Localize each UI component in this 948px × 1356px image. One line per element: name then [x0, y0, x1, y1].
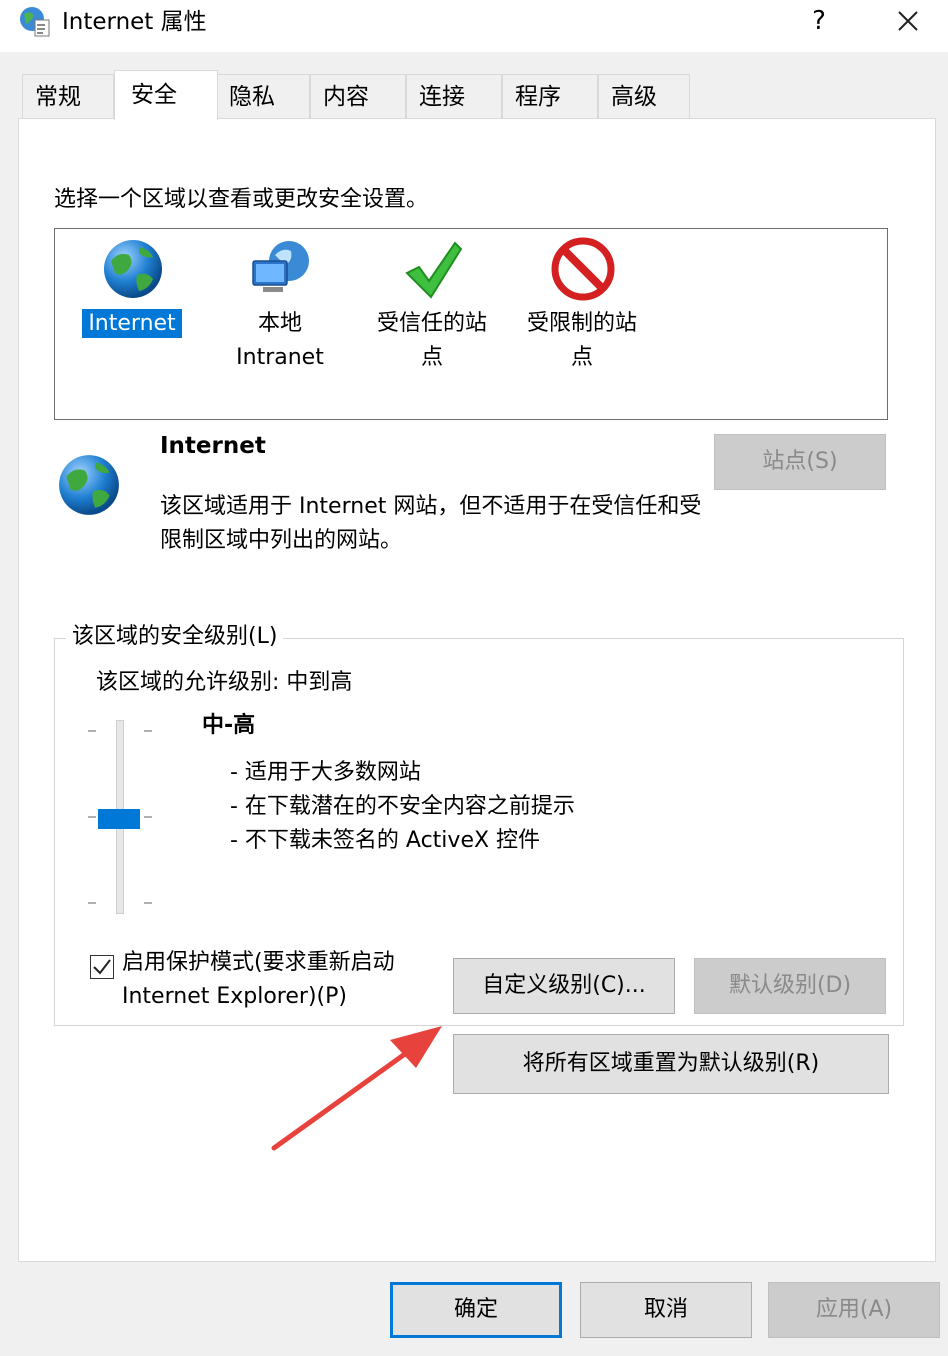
window-title: Internet 属性 — [62, 9, 207, 35]
slider-tick — [144, 816, 152, 818]
protected-mode-label[interactable]: 启用保护模式(要求重新启动 Internet Explorer)(P) — [122, 946, 442, 1014]
tab-label: 高级 — [611, 84, 657, 110]
zone-label-line: 点 — [570, 345, 593, 370]
tab-label: 内容 — [323, 84, 369, 110]
slider-tick — [88, 816, 96, 818]
zone-label-text: Internet — [81, 308, 183, 339]
default-level-button[interactable]: 默认级别(D) — [694, 958, 886, 1014]
tab-privacy[interactable]: 隐私 — [216, 74, 310, 118]
globe-icon — [59, 455, 119, 515]
zone-local-intranet[interactable]: 本地 Intranet — [205, 229, 355, 419]
zone-label: 受限制的站 点 — [507, 307, 657, 375]
tab-label: 常规 — [35, 84, 81, 110]
tab-label: 程序 — [515, 84, 561, 110]
checkmark-icon — [93, 959, 111, 975]
reset-all-zones-button[interactable]: 将所有区域重置为默认级别(R) — [453, 1034, 889, 1094]
custom-level-button[interactable]: 自定义级别(C)... — [453, 958, 675, 1014]
tab-label: 隐私 — [229, 84, 275, 110]
slider-thumb[interactable] — [98, 809, 140, 829]
cancel-button[interactable]: 取消 — [580, 1282, 752, 1338]
zone-internet[interactable]: Internet — [57, 229, 207, 419]
zone-label: 本地 Intranet — [205, 307, 355, 375]
slider-tick — [88, 730, 96, 732]
zone-list[interactable]: Internet 本地 Intranet 受信任的站 点 受限制的站 点 — [54, 228, 888, 420]
sites-button[interactable]: 站点(S) — [714, 434, 886, 490]
slider-tick — [144, 730, 152, 732]
zone-label-line: 点 — [420, 345, 443, 370]
apply-button[interactable]: 应用(A) — [768, 1282, 940, 1338]
allowed-level-text: 该区域的允许级别: 中到高 — [96, 670, 353, 695]
zone-prompt: 选择一个区域以查看或更改安全设置。 — [54, 187, 429, 212]
zone-label-line: Intranet — [236, 345, 324, 370]
tab-security[interactable]: 安全 — [114, 70, 218, 120]
zone-label: 受信任的站 点 — [357, 307, 507, 375]
close-icon[interactable] — [890, 4, 926, 38]
tab-label: 安全 — [131, 82, 177, 108]
ok-button[interactable]: 确定 — [390, 1282, 562, 1338]
help-button[interactable]: ? — [806, 4, 832, 38]
checkmark-icon — [405, 241, 463, 299]
prohibited-icon — [551, 237, 615, 301]
tab-label: 连接 — [419, 84, 465, 110]
zone-label-line: 受限制的站 — [526, 311, 637, 336]
protected-mode-checkbox[interactable] — [90, 955, 114, 979]
zone-label: Internet — [57, 307, 207, 341]
level-bullet: - 不下载未签名的 ActiveX 控件 — [230, 828, 541, 853]
tab-content[interactable]: 内容 — [310, 74, 406, 118]
intranet-icon — [252, 241, 309, 292]
zone-description: 该区域适用于 Internet 网站，但不适用于在受信任和受限制区域中列出的网站… — [160, 494, 702, 553]
tab-advanced[interactable]: 高级 — [598, 74, 690, 118]
tab-programs[interactable]: 程序 — [502, 74, 598, 118]
tab-connections[interactable]: 连接 — [406, 74, 502, 118]
zone-name: Internet — [160, 433, 266, 459]
level-name: 中-高 — [202, 713, 256, 738]
zone-label-line: 受信任的站 — [376, 311, 487, 336]
level-bullet: - 在下载潜在的不安全内容之前提示 — [230, 794, 575, 819]
zone-trusted-sites[interactable]: 受信任的站 点 — [357, 229, 507, 419]
tab-general[interactable]: 常规 — [22, 74, 114, 118]
internet-options-icon — [20, 7, 50, 37]
slider-tick — [88, 902, 96, 904]
zone-restricted-sites[interactable]: 受限制的站 点 — [507, 229, 657, 419]
slider-tick — [144, 902, 152, 904]
security-level-group-label: 该区域的安全级别(L) — [66, 620, 284, 654]
zone-label-line: 本地 — [257, 311, 302, 336]
globe-icon — [104, 240, 162, 298]
annotation-arrow — [271, 1026, 442, 1151]
level-bullet: - 适用于大多数网站 — [230, 760, 421, 785]
